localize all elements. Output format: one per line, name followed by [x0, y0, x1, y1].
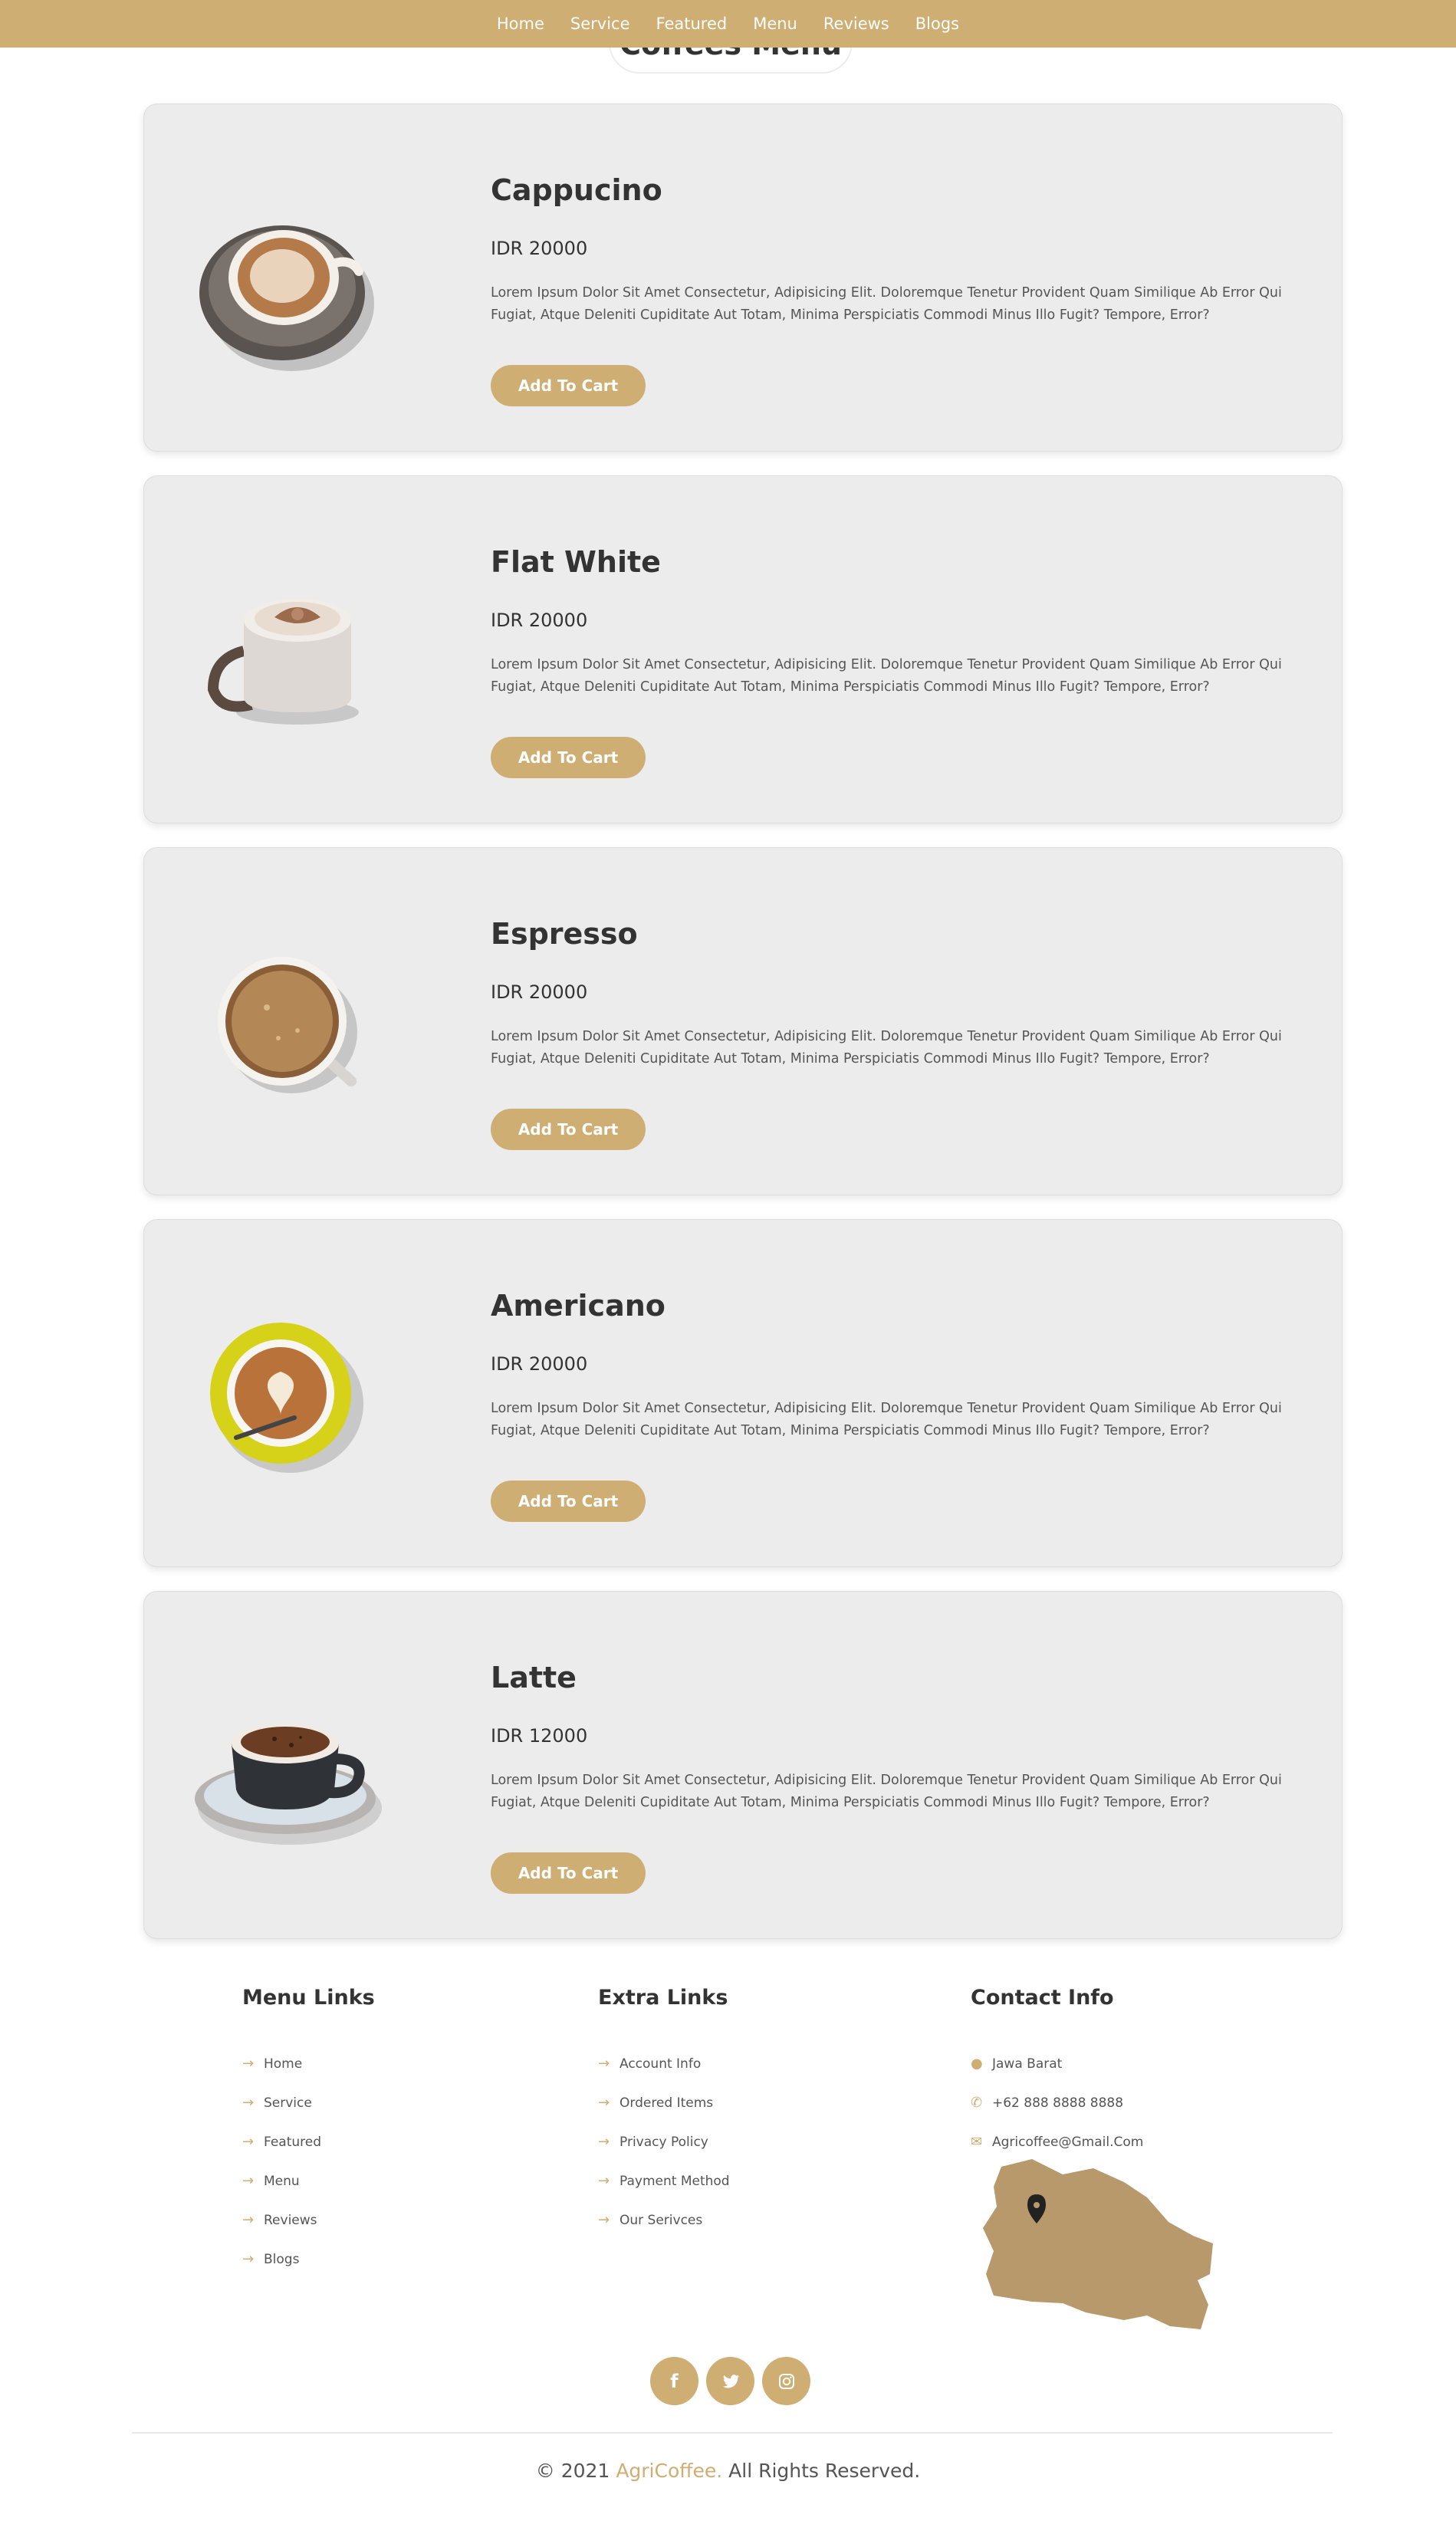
copyright: © 2021 AgriCoffee. All Rights Reserved. [535, 2460, 921, 2482]
brand-link[interactable]: AgriCoffee. [616, 2460, 722, 2482]
footer-contact-title: Contact Info [971, 1986, 1114, 2010]
flat-white-image [190, 559, 382, 743]
phone-icon: ✆ [971, 2095, 983, 2111]
footer-link-account-info[interactable]: → Account Info [598, 2044, 730, 2083]
americano-image [190, 1303, 382, 1487]
nav-link-menu[interactable]: Menu [753, 15, 797, 33]
envelope-icon: ✉ [971, 2134, 983, 2150]
footer-divider [132, 2432, 1333, 2434]
footer-link-menu[interactable]: → Menu [242, 2161, 375, 2200]
arrow-right-icon: → [598, 2095, 610, 2111]
product-name: Espresso [491, 917, 638, 951]
product-card-latte: Latte IDR 12000 Lorem Ipsum Dolor Sit Am… [143, 1591, 1343, 1939]
product-name: Cappucino [491, 173, 662, 207]
location-map[interactable] [971, 2151, 1224, 2343]
add-to-cart-button[interactable]: Add To Cart [491, 1109, 646, 1150]
product-description: Lorem Ipsum Dolor Sit Amet Consectetur, … [491, 657, 1282, 695]
map-marker-icon: ● [971, 2056, 983, 2072]
contact-address[interactable]: ● Jawa Barat [971, 2044, 1143, 2083]
footer-extra-links: Extra Links → Account Info → Ordered Items… [598, 1986, 730, 2240]
arrow-right-icon: → [598, 2212, 610, 2228]
product-price: IDR 20000 [491, 981, 588, 1003]
add-to-cart-button[interactable]: Add To Cart [491, 1852, 646, 1894]
product-info: Cappucino IDR 20000 Lorem Ipsum Dolor Si… [491, 173, 1303, 327]
footer-link-payment-method[interactable]: → Payment Method [598, 2161, 730, 2200]
footer-link-our-services[interactable]: → Our Serivces [598, 2200, 730, 2240]
arrow-right-icon: → [242, 2056, 255, 2072]
add-to-cart-button[interactable]: Add To Cart [491, 1481, 646, 1522]
nav-link-blogs[interactable]: Blogs [915, 15, 959, 33]
product-price: IDR 12000 [491, 1725, 588, 1747]
nav-link-reviews[interactable]: Reviews [823, 15, 889, 33]
add-to-cart-button[interactable]: Add To Cart [491, 737, 646, 778]
footer-menu-links-title: Menu Links [242, 1986, 375, 2010]
arrow-right-icon: → [598, 2173, 610, 2189]
product-name: Latte [491, 1661, 577, 1694]
cappucino-image [190, 187, 382, 371]
footer-link-reviews[interactable]: → Reviews [242, 2200, 375, 2240]
product-price: IDR 20000 [491, 238, 588, 259]
nav-link-featured[interactable]: Featured [656, 15, 728, 33]
footer-link-privacy-policy[interactable]: → Privacy Policy [598, 2122, 730, 2161]
instagram-icon[interactable] [762, 2357, 810, 2405]
footer-contact-info: Contact Info ● Jawa Barat ✆ +62 888 8888 8… [971, 1986, 1143, 2161]
footer-link-blogs[interactable]: → Blogs [242, 2240, 375, 2279]
contact-phone[interactable]: ✆ +62 888 8888 8888 [971, 2083, 1143, 2122]
product-info: Flat White IDR 20000 Lorem Ipsum Dolor S… [491, 545, 1303, 698]
footer-menu-links: Menu Links → Home → Service → Featured → Men… [242, 1986, 375, 2279]
arrow-right-icon: → [242, 2173, 255, 2189]
footer-link-featured[interactable]: → Featured [242, 2122, 375, 2161]
product-info: Americano IDR 20000 Lorem Ipsum Dolor Si… [491, 1289, 1303, 1442]
footer-link-service[interactable]: → Service [242, 2083, 375, 2122]
product-card-americano: Americano IDR 20000 Lorem Ipsum Dolor Si… [143, 1219, 1343, 1567]
facebook-icon[interactable]: f [650, 2357, 698, 2405]
social-links: f [650, 2357, 810, 2405]
product-price: IDR 20000 [491, 610, 588, 631]
product-name: Flat White [491, 545, 661, 579]
product-description: Lorem Ipsum Dolor Sit Amet Consectetur, … [491, 1029, 1282, 1067]
latte-image [190, 1675, 382, 1859]
nav-link-service[interactable]: Service [570, 15, 630, 33]
arrow-right-icon: → [242, 2251, 255, 2267]
top-navbar: Home Service Featured Menu Reviews Blogs [0, 0, 1456, 48]
product-description: Lorem Ipsum Dolor Sit Amet Consectetur, … [491, 1401, 1282, 1438]
product-info: Latte IDR 12000 Lorem Ipsum Dolor Sit Am… [491, 1661, 1303, 1814]
arrow-right-icon: → [598, 2134, 610, 2150]
product-description: Lorem Ipsum Dolor Sit Amet Consectetur, … [491, 285, 1282, 323]
arrow-right-icon: → [598, 2056, 610, 2072]
product-card-flat-white: Flat White IDR 20000 Lorem Ipsum Dolor S… [143, 475, 1343, 823]
add-to-cart-button[interactable]: Add To Cart [491, 365, 646, 406]
twitter-icon[interactable] [706, 2357, 754, 2405]
product-price: IDR 20000 [491, 1353, 588, 1375]
footer-link-home[interactable]: → Home [242, 2044, 375, 2083]
product-description: Lorem Ipsum Dolor Sit Amet Consectetur, … [491, 1773, 1282, 1810]
arrow-right-icon: → [242, 2134, 255, 2150]
footer-extra-links-title: Extra Links [598, 1986, 728, 2010]
product-name: Americano [491, 1289, 666, 1323]
arrow-right-icon: → [242, 2212, 255, 2228]
espresso-image [190, 931, 382, 1115]
product-info: Espresso IDR 20000 Lorem Ipsum Dolor Sit… [491, 917, 1303, 1070]
footer-link-ordered-items[interactable]: → Ordered Items [598, 2083, 730, 2122]
nav-link-home[interactable]: Home [497, 15, 544, 33]
product-card-espresso: Espresso IDR 20000 Lorem Ipsum Dolor Sit… [143, 847, 1343, 1195]
product-card-cappucino: Cappucino IDR 20000 Lorem Ipsum Dolor Si… [143, 104, 1343, 452]
arrow-right-icon: → [242, 2095, 255, 2111]
